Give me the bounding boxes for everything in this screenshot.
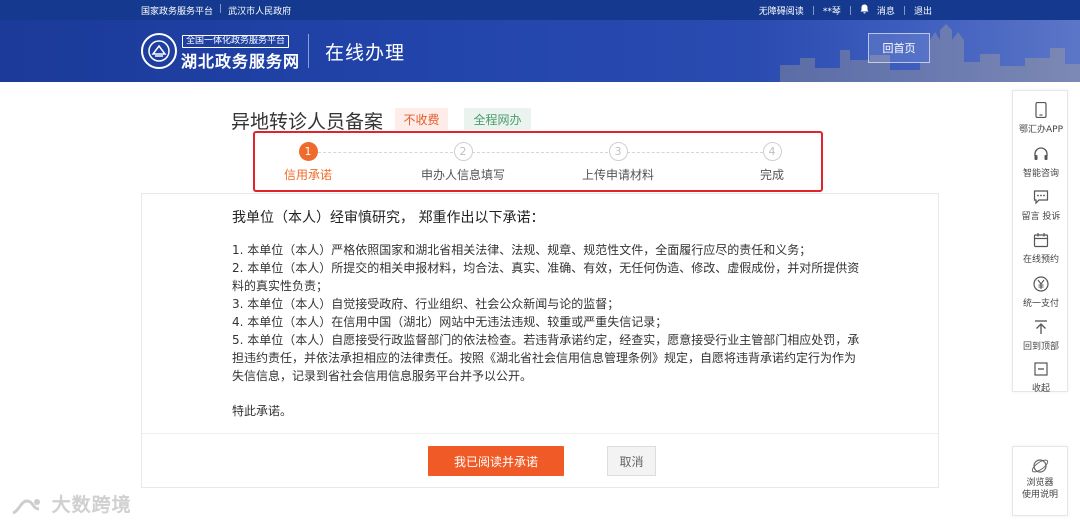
user-name[interactable]: **琴 (823, 4, 841, 17)
watermark-logo-icon (12, 498, 40, 514)
side-item-feedback[interactable]: 留言 投诉 (1013, 188, 1069, 222)
commitment-closing: 特此承诺。 (232, 404, 293, 418)
link-logout[interactable]: 退出 (914, 4, 932, 17)
separator: | (902, 5, 906, 16)
link-accessibility[interactable]: 无障碍阅读 (759, 4, 804, 17)
top-bar: 国家政务服务平台 | 武汉市人民政府 无障碍阅读 | **琴 | 消息 | 退出 (0, 0, 1080, 20)
message-icon (1032, 188, 1050, 206)
side-item-label: 智能咨询 (1022, 169, 1059, 179)
browser-guide-line1: 浏览器 (1026, 478, 1054, 488)
bell-icon[interactable] (860, 4, 869, 17)
cancel-button[interactable]: 取消 (607, 446, 656, 476)
side-item-app[interactable]: 鄂汇办APP (1013, 101, 1069, 135)
commitment-text: 我单位（本人）经审慎研究， 郑重作出以下承诺： 1. 本单位（本人）严格依照国家… (232, 207, 862, 419)
side-item-label: 统一支付 (1022, 299, 1059, 309)
link-wuhan-gov[interactable]: 武汉市人民政府 (228, 4, 291, 17)
separator: | (219, 4, 223, 14)
side-item-label: 回到顶部 (1022, 342, 1059, 352)
logo-title[interactable]: 湖北政务服务网 (181, 48, 300, 72)
logo-emblem[interactable] (141, 33, 177, 69)
side-toolbar: 鄂汇办APP 智能咨询 留言 投诉 在线预约 统一支付 回到顶部 收起 (1012, 90, 1069, 394)
site-header: 全国一体化政务服务平台 湖北政务服务网 在线办理 回首页 (0, 20, 1080, 82)
yen-icon (1032, 275, 1050, 293)
service-title: 异地转诊人员备案 (231, 111, 384, 133)
fee-badge: 不收费 (395, 108, 448, 130)
online-badge: 全程网办 (464, 108, 531, 130)
side-item-back-to-top[interactable]: 回到顶部 (1013, 318, 1069, 352)
separator: | (848, 5, 852, 16)
side-item-consult[interactable]: 智能咨询 (1013, 145, 1069, 179)
header-divider (308, 34, 309, 68)
link-national-platform[interactable]: 国家政务服务平台 (141, 4, 213, 17)
collapse-icon (1032, 360, 1050, 378)
commitment-panel: 我单位（本人）经审慎研究， 郑重作出以下承诺： 1. 本单位（本人）严格依照国家… (141, 193, 939, 488)
commitment-item: 3. 本单位（本人）自觉接受政府、行业组织、社会公众新闻与论的监督； (232, 297, 620, 311)
side-item-collapse[interactable]: 收起 (1013, 360, 1069, 394)
side-item-label: 收起 (1031, 384, 1050, 394)
logo-subtitle: 全国一体化政务服务平台 (182, 35, 290, 48)
phone-icon (1032, 101, 1050, 119)
watermark: 大数跨境 (10, 490, 132, 517)
side-item-label: 留言 投诉 (1021, 212, 1061, 222)
section-title: 在线办理 (325, 42, 406, 64)
confirm-commitment-button[interactable]: 我已阅读并承诺 (428, 446, 564, 476)
steps-highlight-box (253, 131, 823, 192)
watermark-text: 大数跨境 (51, 494, 132, 516)
browser-icon (1031, 457, 1049, 475)
home-button[interactable]: 回首页 (868, 33, 930, 63)
side-item-payment[interactable]: 统一支付 (1013, 275, 1069, 309)
arrow-up-icon (1032, 318, 1050, 336)
browser-guide-line2: 使用说明 (1021, 490, 1058, 500)
browser-guide[interactable]: 浏览器 使用说明 (1012, 446, 1068, 516)
commitment-intro: 我单位（本人）经审慎研究， 郑重作出以下承诺： (232, 210, 545, 226)
commitment-item: 1. 本单位（本人）严格依照国家和湖北省相关法律、法规、规章、规范性文件，全面履… (232, 243, 812, 257)
side-item-label: 鄂汇办APP (1018, 125, 1063, 135)
commitment-item: 5. 本单位（本人）自愿接受行政监督部门的依法检查。若违背承诺约定，经查实，愿意… (232, 333, 860, 383)
headset-icon (1032, 145, 1050, 163)
calendar-icon (1032, 231, 1050, 249)
commitment-item: 4. 本单位（本人）在信用中国（湖北）网站中无违法违规、较重或严重失信记录； (232, 315, 668, 329)
link-messages[interactable]: 消息 (877, 4, 895, 17)
side-item-label: 在线预约 (1022, 255, 1059, 265)
commitment-item: 2. 本单位（本人）所提交的相关申报材料，均合法、真实、准确、有效，无任何伪造、… (232, 261, 860, 293)
skyline-decoration (780, 24, 1080, 82)
divider (142, 433, 938, 434)
side-item-appointment[interactable]: 在线预约 (1013, 231, 1069, 265)
separator: | (811, 5, 815, 16)
